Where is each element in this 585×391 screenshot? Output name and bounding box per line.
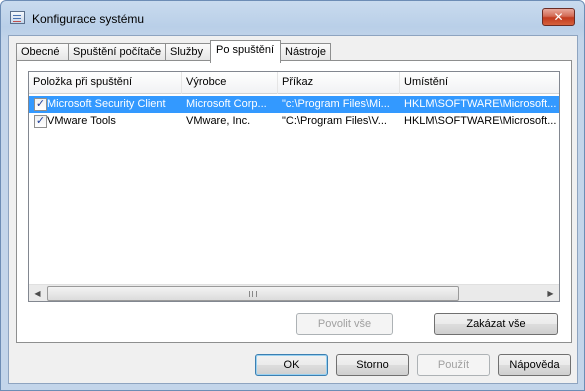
scroll-right-icon[interactable]: ▶: [542, 285, 559, 302]
close-button[interactable]: ✕: [542, 8, 575, 26]
scroll-left-icon[interactable]: ◀: [29, 285, 46, 302]
startup-item-command: "c:\Program Files\Mi...: [282, 98, 390, 110]
disable-all-button[interactable]: Zakázat vše: [434, 313, 558, 335]
startup-tab-panel: Položka při spuštění Výrobce Příkaz Umís…: [16, 60, 572, 343]
window-title: Konfigurace systému: [32, 12, 145, 26]
list-header: Položka při spuštění Výrobce Příkaz Umís…: [29, 72, 559, 94]
startup-item-location: HKLM\SOFTWARE\Microsoft...: [404, 98, 557, 110]
list-item[interactable]: ✓ VMware Tools VMware, Inc. "C:\Program …: [29, 113, 559, 130]
column-header-startup-item[interactable]: Položka při spuštění: [29, 72, 182, 94]
apply-button[interactable]: Použít: [417, 354, 490, 376]
title-bar[interactable]: Konfigurace systému ✕: [1, 1, 584, 35]
column-header-manufacturer[interactable]: Výrobce: [182, 72, 278, 94]
help-button[interactable]: Nápověda: [498, 354, 571, 376]
column-header-location[interactable]: Umístění: [400, 72, 560, 94]
startup-item-manufacturer: VMware, Inc.: [186, 115, 251, 127]
startup-items-list[interactable]: Položka při spuštění Výrobce Příkaz Umís…: [28, 71, 560, 302]
column-header-command[interactable]: Příkaz: [278, 72, 400, 94]
startup-item-name: VMware Tools: [47, 115, 116, 127]
startup-item-name: Microsoft Security Client: [47, 98, 166, 110]
startup-item-command: "C:\Program Files\V...: [282, 115, 387, 127]
scrollbar-thumb[interactable]: [47, 286, 459, 301]
horizontal-scrollbar[interactable]: ◀ ▶: [29, 284, 559, 301]
ok-button[interactable]: OK: [255, 354, 328, 376]
startup-item-location: HKLM\SOFTWARE\Microsoft...: [404, 115, 557, 127]
cancel-button[interactable]: Storno: [336, 354, 409, 376]
grip-icon: [249, 291, 257, 297]
msconfig-app-icon: [10, 11, 25, 24]
system-configuration-window: Konfigurace systému ✕ Obecné Spuštění po…: [0, 0, 585, 391]
enable-all-button[interactable]: Povolit vše: [296, 313, 393, 335]
tab-startup[interactable]: Po spuštění: [210, 40, 281, 63]
list-item[interactable]: ✓ Microsoft Security Client Microsoft Co…: [29, 96, 559, 113]
dialog-client-area: Obecné Spuštění počítače Služby Po spušt…: [8, 35, 578, 384]
startup-item-manufacturer: Microsoft Corp...: [186, 98, 267, 110]
